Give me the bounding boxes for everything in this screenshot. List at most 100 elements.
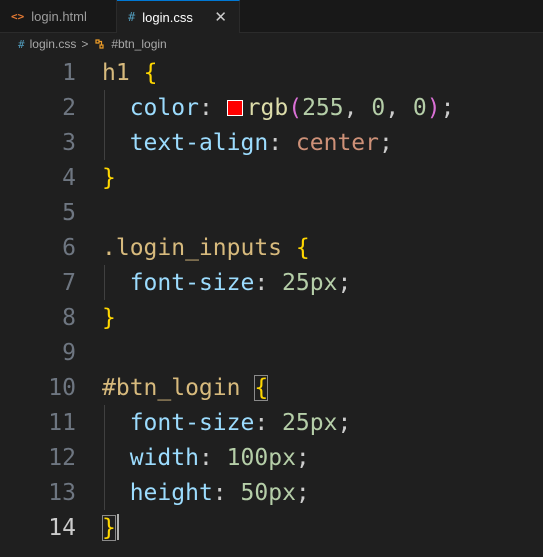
css-file-icon: #: [128, 10, 136, 24]
code-line: 13 height: 50px;: [0, 475, 543, 510]
tab-login-css[interactable]: # login.css ✕: [117, 0, 240, 33]
number: 255: [302, 94, 344, 121]
line-number: 14: [48, 514, 76, 541]
paren: (: [288, 94, 303, 121]
chevron-right-icon: >: [81, 37, 89, 51]
line-number: 7: [62, 269, 76, 296]
semicolon: ;: [337, 269, 352, 296]
line-number: 6: [62, 234, 76, 261]
code-line: 6 .login_inputs {: [0, 230, 543, 265]
code-line: 12 width: 100px;: [0, 440, 543, 475]
tab-label: login.css: [142, 9, 193, 25]
close-icon[interactable]: ✕: [214, 10, 227, 25]
line-content: text-align: center;: [102, 130, 393, 156]
code-line: 8 }: [0, 300, 543, 335]
brace: }: [102, 164, 116, 191]
unit: px: [309, 269, 338, 296]
matched-brace: }: [102, 514, 116, 541]
comma: ,: [385, 94, 400, 121]
number: 0: [412, 94, 427, 121]
selector: .login_inputs: [102, 234, 283, 261]
html-file-icon: <>: [11, 9, 25, 23]
line-content: font-size: 25px;: [102, 409, 352, 436]
function: rgb: [246, 94, 289, 121]
code-line: 3 text-align: center;: [0, 125, 543, 160]
brace: {: [295, 234, 310, 261]
brace: }: [102, 304, 116, 331]
line-number: 13: [48, 479, 76, 506]
line-content: }: [102, 165, 116, 191]
line-content: height: 50px;: [102, 480, 310, 506]
semicolon: ;: [440, 94, 455, 121]
symbol-class-icon: [93, 38, 106, 51]
line-number: 4: [62, 164, 76, 191]
property: text-align: [129, 129, 269, 156]
code-editor[interactable]: 1 h1 { 2 color: rgb(255, 0, 0); 3 text-a…: [0, 55, 543, 557]
value: center: [295, 129, 379, 156]
code-line: 2 color: rgb(255, 0, 0);: [0, 90, 543, 125]
brace: {: [143, 59, 158, 86]
line-number: 8: [62, 304, 76, 331]
line-number: 11: [48, 409, 76, 436]
breadcrumb: # login.css > #btn_login: [0, 33, 543, 55]
line-number: 12: [48, 444, 76, 471]
number: 25: [282, 269, 310, 296]
semicolon: ;: [337, 409, 352, 436]
tab-bar: <> login.html # login.css ✕: [0, 0, 543, 33]
colon: :: [198, 444, 213, 471]
property: font-size: [129, 269, 255, 296]
property: color: [129, 94, 199, 121]
selector: #btn_login: [102, 374, 241, 401]
property: font-size: [129, 409, 255, 436]
unit: px: [309, 409, 338, 436]
line-content: color: rgb(255, 0, 0);: [102, 95, 455, 121]
line-number: 3: [62, 129, 76, 156]
tab-label: login.html: [31, 8, 87, 24]
color-swatch[interactable]: [226, 99, 243, 116]
line-number: 2: [62, 94, 76, 121]
number: 100: [226, 444, 269, 471]
css-file-icon: #: [18, 37, 25, 51]
selector: h1: [102, 59, 130, 86]
line-number: 5: [62, 199, 76, 226]
paren: ): [426, 94, 441, 121]
code-line: 10 #btn_login {: [0, 370, 543, 405]
code-line: 9: [0, 335, 543, 370]
colon: :: [268, 129, 283, 156]
property: height: [129, 479, 213, 506]
number: 25: [282, 409, 310, 436]
number: 50: [240, 479, 269, 506]
line-number: 10: [48, 374, 76, 401]
code-line: 5: [0, 195, 543, 230]
colon: :: [254, 269, 269, 296]
breadcrumb-symbol[interactable]: #btn_login: [111, 37, 166, 51]
matched-brace: {: [254, 374, 269, 401]
line-content: .login_inputs {: [102, 235, 310, 261]
line-content: h1 {: [102, 60, 157, 86]
line-number: 1: [62, 59, 76, 86]
line-content: }: [102, 305, 116, 331]
line-content: }: [102, 514, 116, 541]
unit: px: [268, 479, 296, 506]
number: 0: [371, 94, 386, 121]
colon: :: [198, 94, 213, 121]
semicolon: ;: [379, 129, 393, 156]
colon: :: [212, 479, 227, 506]
code-line: 4 }: [0, 160, 543, 195]
code-line: 1 h1 {: [0, 55, 543, 90]
comma: ,: [343, 94, 358, 121]
code-line-current: 14 }: [0, 510, 543, 545]
tab-login-html[interactable]: <> login.html: [0, 0, 117, 32]
code-line: 7 font-size: 25px;: [0, 265, 543, 300]
semicolon: ;: [295, 444, 310, 471]
colon: :: [254, 409, 269, 436]
semicolon: ;: [295, 479, 310, 506]
breadcrumb-file[interactable]: login.css: [30, 37, 77, 51]
code-line: 11 font-size: 25px;: [0, 405, 543, 440]
property: width: [129, 444, 199, 471]
unit: px: [268, 444, 296, 471]
line-content: width: 100px;: [102, 445, 310, 471]
line-content: font-size: 25px;: [102, 269, 352, 296]
text-cursor: [117, 514, 119, 540]
line-content: #btn_login {: [102, 374, 269, 401]
